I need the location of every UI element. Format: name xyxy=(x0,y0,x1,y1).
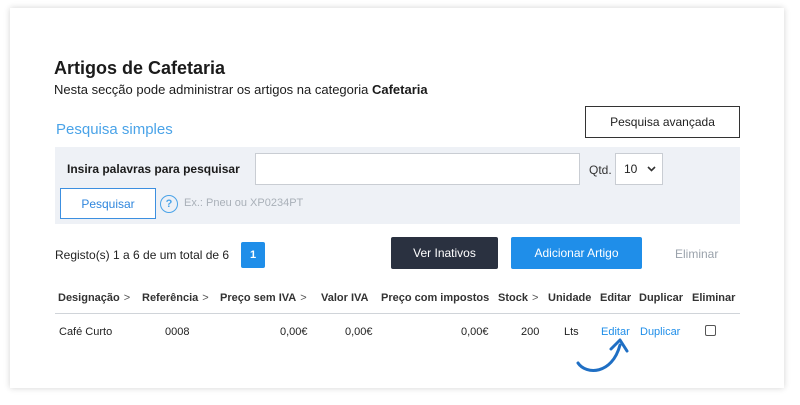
advanced-search-button[interactable]: Pesquisa avançada xyxy=(585,106,740,138)
column-header-referencia[interactable]: Referência > xyxy=(142,292,209,304)
qty-value: 10 xyxy=(624,162,638,176)
view-inactive-button[interactable]: Ver Inativos xyxy=(391,237,498,269)
keywords-label: Insira palavras para pesquisar xyxy=(67,162,240,176)
sort-arrow-icon: > xyxy=(531,292,539,304)
cell-referencia: 0008 xyxy=(165,326,190,338)
search-hint: Ex.: Pneu ou XP0234PT xyxy=(184,197,304,209)
cell-designacao: Café Curto xyxy=(59,326,113,338)
column-header-unidade: Unidade xyxy=(548,292,592,304)
cell-stock: 200 xyxy=(521,326,540,338)
column-header-eliminar: Eliminar xyxy=(692,292,736,304)
column-header-duplicar: Duplicar xyxy=(639,292,684,304)
chevron-down-icon xyxy=(647,164,656,174)
page-title: Artigos de Cafetaria xyxy=(54,58,226,78)
subtitle-text: Nesta secção pode administrar os artigos… xyxy=(54,82,372,97)
search-button[interactable]: Pesquisar xyxy=(60,188,156,219)
table-header-divider xyxy=(55,313,740,314)
sort-arrow-icon: > xyxy=(202,292,209,304)
cell-valor-iva: 0,00€ xyxy=(345,326,373,338)
help-icon[interactable]: ? xyxy=(160,195,178,213)
sort-arrow-icon: > xyxy=(300,292,307,304)
delete-checkbox[interactable] xyxy=(705,325,716,336)
page-subtitle: Nesta secção pode administrar os artigos… xyxy=(54,82,428,97)
add-article-button[interactable]: Adicionar Artigo xyxy=(511,237,642,269)
records-count: Registo(s) 1 a 6 de um total de 6 xyxy=(55,248,230,262)
qty-select[interactable]: 10 xyxy=(615,153,663,185)
simple-search-title: Pesquisa simples xyxy=(56,121,173,138)
delete-link[interactable]: Eliminar xyxy=(675,247,718,261)
pagination-current-page[interactable]: 1 xyxy=(241,242,265,268)
qty-label: Qtd. xyxy=(589,163,612,177)
subtitle-category: Cafetaria xyxy=(371,82,428,97)
sort-arrow-icon: > xyxy=(123,292,131,304)
keywords-input[interactable] xyxy=(255,153,580,185)
search-panel: Insira palavras para pesquisar Qtd. 10 P… xyxy=(55,147,740,224)
duplicate-link[interactable]: Duplicar xyxy=(640,326,680,338)
cell-preco-com-impostos: 0,00€ xyxy=(461,326,489,338)
column-header-preco-com-impostos: Preço com impostos xyxy=(381,292,490,304)
column-header-valor-iva: Valor IVA xyxy=(321,292,369,304)
column-header-stock[interactable]: Stock > xyxy=(498,292,538,304)
column-header-designacao[interactable]: Designação > xyxy=(58,292,130,304)
column-header-editar: Editar xyxy=(600,292,632,304)
cell-preco-sem-iva: 0,00€ xyxy=(280,326,308,338)
column-header-preco-sem-iva[interactable]: Preço sem IVA > xyxy=(220,292,307,304)
curved-arrow-icon xyxy=(576,338,629,372)
